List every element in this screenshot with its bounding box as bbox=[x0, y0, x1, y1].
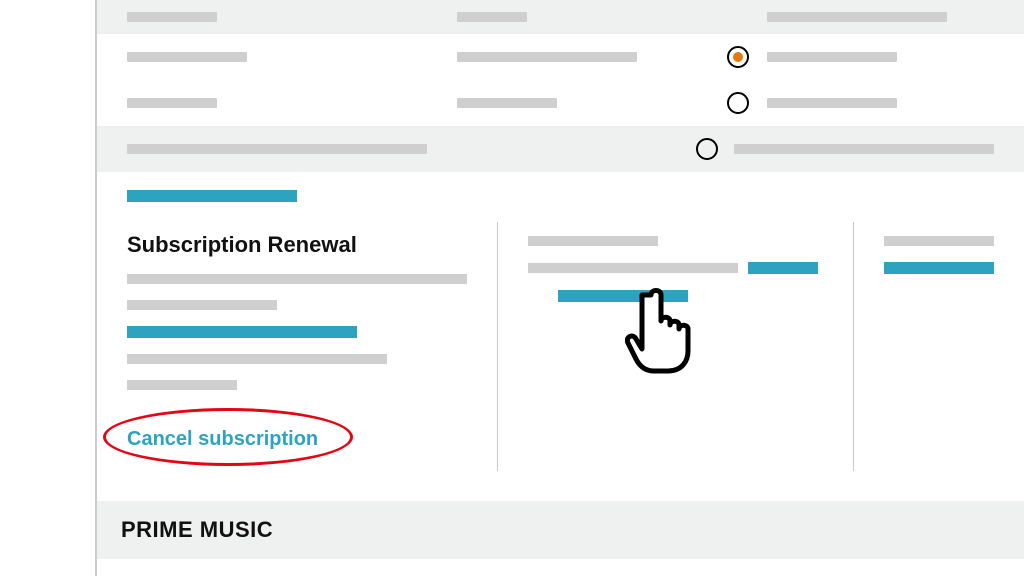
placeholder-text bbox=[127, 52, 247, 62]
placeholder-text bbox=[884, 236, 994, 246]
placeholder-text bbox=[457, 98, 557, 108]
option-row bbox=[97, 80, 1024, 126]
placeholder-text bbox=[767, 12, 947, 22]
placeholder-text bbox=[127, 274, 467, 284]
section-accent bbox=[127, 190, 297, 202]
placeholder-link[interactable] bbox=[558, 290, 688, 302]
placeholder-text bbox=[457, 12, 527, 22]
panel-row: Subscription Renewal Cancel subscription bbox=[97, 212, 1024, 501]
option-row bbox=[97, 34, 1024, 80]
table-header-row bbox=[97, 0, 1024, 34]
page: Subscription Renewal Cancel subscription bbox=[95, 0, 1024, 576]
cancel-wrap: Cancel subscription bbox=[127, 428, 318, 451]
placeholder-text bbox=[127, 12, 217, 22]
radio-unselected-icon[interactable] bbox=[696, 138, 718, 160]
placeholder-text bbox=[734, 144, 994, 154]
options-table bbox=[97, 0, 1024, 172]
placeholder-text bbox=[127, 380, 237, 390]
radio-unselected-icon[interactable] bbox=[727, 92, 749, 114]
panel-title: Subscription Renewal bbox=[127, 232, 467, 258]
placeholder-text bbox=[767, 98, 897, 108]
placeholder-text bbox=[528, 263, 738, 273]
placeholder-link[interactable] bbox=[884, 262, 994, 274]
placeholder-text bbox=[127, 354, 387, 364]
placeholder-text bbox=[127, 144, 427, 154]
option-row bbox=[97, 126, 1024, 172]
placeholder-text bbox=[457, 52, 637, 62]
section-header-prime-music: PRIME MUSIC bbox=[97, 501, 1024, 559]
panel-middle bbox=[497, 222, 853, 471]
placeholder-link[interactable] bbox=[127, 326, 357, 338]
cancel-subscription-link[interactable]: Cancel subscription bbox=[127, 428, 318, 451]
radio-selected-icon[interactable] bbox=[727, 46, 749, 68]
placeholder-text bbox=[127, 300, 277, 310]
placeholder-text bbox=[127, 98, 217, 108]
placeholder-text bbox=[528, 236, 658, 246]
panel-right bbox=[853, 222, 1024, 471]
panel-subscription-renewal: Subscription Renewal Cancel subscription bbox=[127, 222, 497, 471]
placeholder-text bbox=[767, 52, 897, 62]
placeholder-link[interactable] bbox=[748, 262, 818, 274]
